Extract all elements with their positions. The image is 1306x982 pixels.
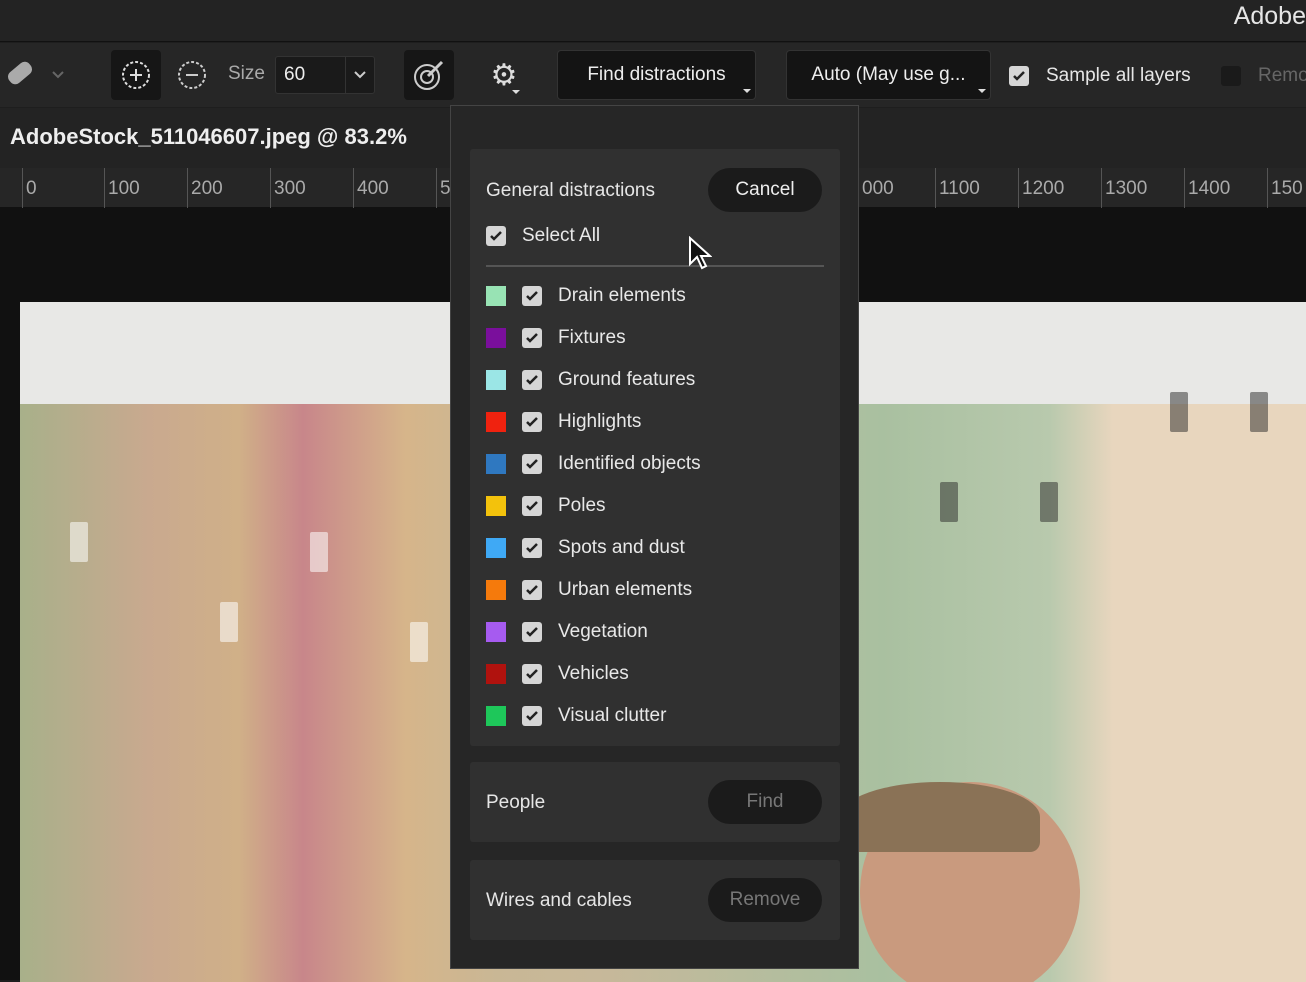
color-swatch — [486, 664, 506, 684]
color-swatch — [486, 286, 506, 306]
ruler-label: 150 — [1267, 168, 1303, 208]
pressure-brush-icon[interactable] — [404, 50, 454, 100]
distraction-item[interactable]: Ground features — [486, 365, 695, 395]
ruler-label: 1400 — [1184, 168, 1230, 208]
color-swatch — [486, 580, 506, 600]
divider — [486, 265, 824, 267]
distraction-item[interactable]: Highlights — [486, 407, 641, 437]
checkbox-checked-icon[interactable] — [522, 706, 542, 726]
ruler-label: 5 — [436, 168, 451, 208]
distraction-label: Vehicles — [558, 663, 629, 684]
checkbox-checked-icon[interactable] — [522, 622, 542, 642]
distraction-item[interactable]: Vehicles — [486, 659, 629, 689]
ruler-label: 1300 — [1101, 168, 1147, 208]
checkbox-checked-icon[interactable] — [522, 538, 542, 558]
size-value: 60 — [284, 64, 306, 85]
select-all-checkbox[interactable]: Select All — [486, 221, 600, 251]
checkbox-checked-icon[interactable] — [522, 328, 542, 348]
size-label: Size — [228, 63, 265, 84]
color-swatch — [486, 328, 506, 348]
distraction-item[interactable]: Poles — [486, 491, 606, 521]
distraction-item[interactable]: Spots and dust — [486, 533, 685, 563]
distraction-label: Urban elements — [558, 579, 693, 600]
ruler-label: 400 — [353, 168, 389, 208]
sample-all-layers-checkbox[interactable]: Sample all layers — [1009, 65, 1191, 87]
wires-label: Wires and cables — [486, 890, 632, 911]
ruler-label: 300 — [270, 168, 306, 208]
distraction-item[interactable]: Vegetation — [486, 617, 648, 647]
distractions-popup: General distractions Cancel Select All D… — [450, 105, 859, 969]
mouse-cursor-icon — [689, 236, 712, 270]
distraction-label: Vegetation — [558, 621, 648, 642]
checkbox-checked-icon — [1009, 66, 1029, 86]
cancel-button[interactable]: Cancel — [708, 168, 822, 212]
color-swatch — [486, 412, 506, 432]
distraction-label: Spots and dust — [558, 537, 685, 558]
remove-wires-button[interactable]: Remove — [708, 878, 822, 922]
checkbox-checked-icon — [486, 226, 506, 246]
checkbox-checked-icon[interactable] — [522, 580, 542, 600]
document-title: AdobeStock_511046607.jpeg @ 83.2% — [10, 124, 407, 149]
checkbox-checked-icon[interactable] — [522, 370, 542, 390]
ruler-label: 100 — [104, 168, 140, 208]
sample-all-layers-label: Sample all layers — [1046, 65, 1191, 86]
distraction-label: Highlights — [558, 411, 642, 432]
general-distractions-section: General distractions Cancel Select All D… — [470, 149, 840, 746]
distraction-item[interactable]: Urban elements — [486, 575, 692, 605]
subtract-brush-icon[interactable] — [172, 50, 212, 100]
mode-value: Auto (May use g... — [811, 64, 966, 85]
app-title: Adobe — [1233, 2, 1306, 30]
color-swatch — [486, 538, 506, 558]
options-toolbar: Size 60 ⚙ Find distractions Auto (May us… — [0, 43, 1306, 107]
add-brush-icon[interactable] — [111, 50, 161, 100]
remove-tool-icon[interactable] — [0, 57, 70, 93]
ruler-label: 0 — [22, 168, 37, 208]
color-swatch — [486, 454, 506, 474]
color-swatch — [486, 706, 506, 726]
people-section: People Find — [470, 762, 840, 842]
ruler-label: 000 — [862, 178, 894, 199]
find-people-button[interactable]: Find — [708, 780, 822, 824]
checkbox-checked-icon[interactable] — [522, 496, 542, 516]
distraction-label: Drain elements — [558, 285, 686, 306]
checkbox-checked-icon[interactable] — [522, 286, 542, 306]
find-distractions-button[interactable]: Find distractions — [557, 50, 756, 100]
distraction-item[interactable]: Identified objects — [486, 449, 701, 479]
color-swatch — [486, 496, 506, 516]
ruler-label: 1200 — [1018, 168, 1064, 208]
general-distractions-title: General distractions — [486, 180, 655, 201]
chevron-down-icon[interactable] — [344, 57, 374, 93]
checkbox-checked-icon[interactable] — [522, 412, 542, 432]
select-all-label: Select All — [522, 225, 601, 246]
distraction-item[interactable]: Fixtures — [486, 323, 626, 353]
size-input[interactable]: 60 — [275, 56, 375, 94]
checkbox-checked-icon[interactable] — [522, 454, 542, 474]
distraction-item[interactable]: Drain elements — [486, 281, 686, 311]
gear-icon[interactable]: ⚙ — [482, 50, 526, 100]
checkbox-checked-icon[interactable] — [522, 664, 542, 684]
distraction-label: Visual clutter — [558, 705, 667, 726]
remove-option-label: Remo — [1258, 65, 1306, 86]
color-swatch — [486, 370, 506, 390]
ruler-label: 200 — [187, 168, 223, 208]
remove-option-checkbox[interactable]: Remo — [1221, 65, 1306, 87]
mode-dropdown[interactable]: Auto (May use g... — [786, 50, 991, 100]
wires-section: Wires and cables Remove — [470, 860, 840, 940]
distraction-label: Fixtures — [558, 327, 626, 348]
color-swatch — [486, 622, 506, 642]
find-distractions-label: Find distractions — [587, 64, 726, 85]
people-label: People — [486, 792, 546, 813]
distraction-label: Poles — [558, 495, 606, 516]
title-bar: Adobe — [0, 0, 1306, 42]
distraction-label: Identified objects — [558, 453, 701, 474]
distraction-label: Ground features — [558, 369, 696, 390]
ruler-label: 1100 — [935, 168, 980, 208]
checkbox-unchecked-icon — [1221, 66, 1241, 86]
distraction-item[interactable]: Visual clutter — [486, 701, 666, 731]
